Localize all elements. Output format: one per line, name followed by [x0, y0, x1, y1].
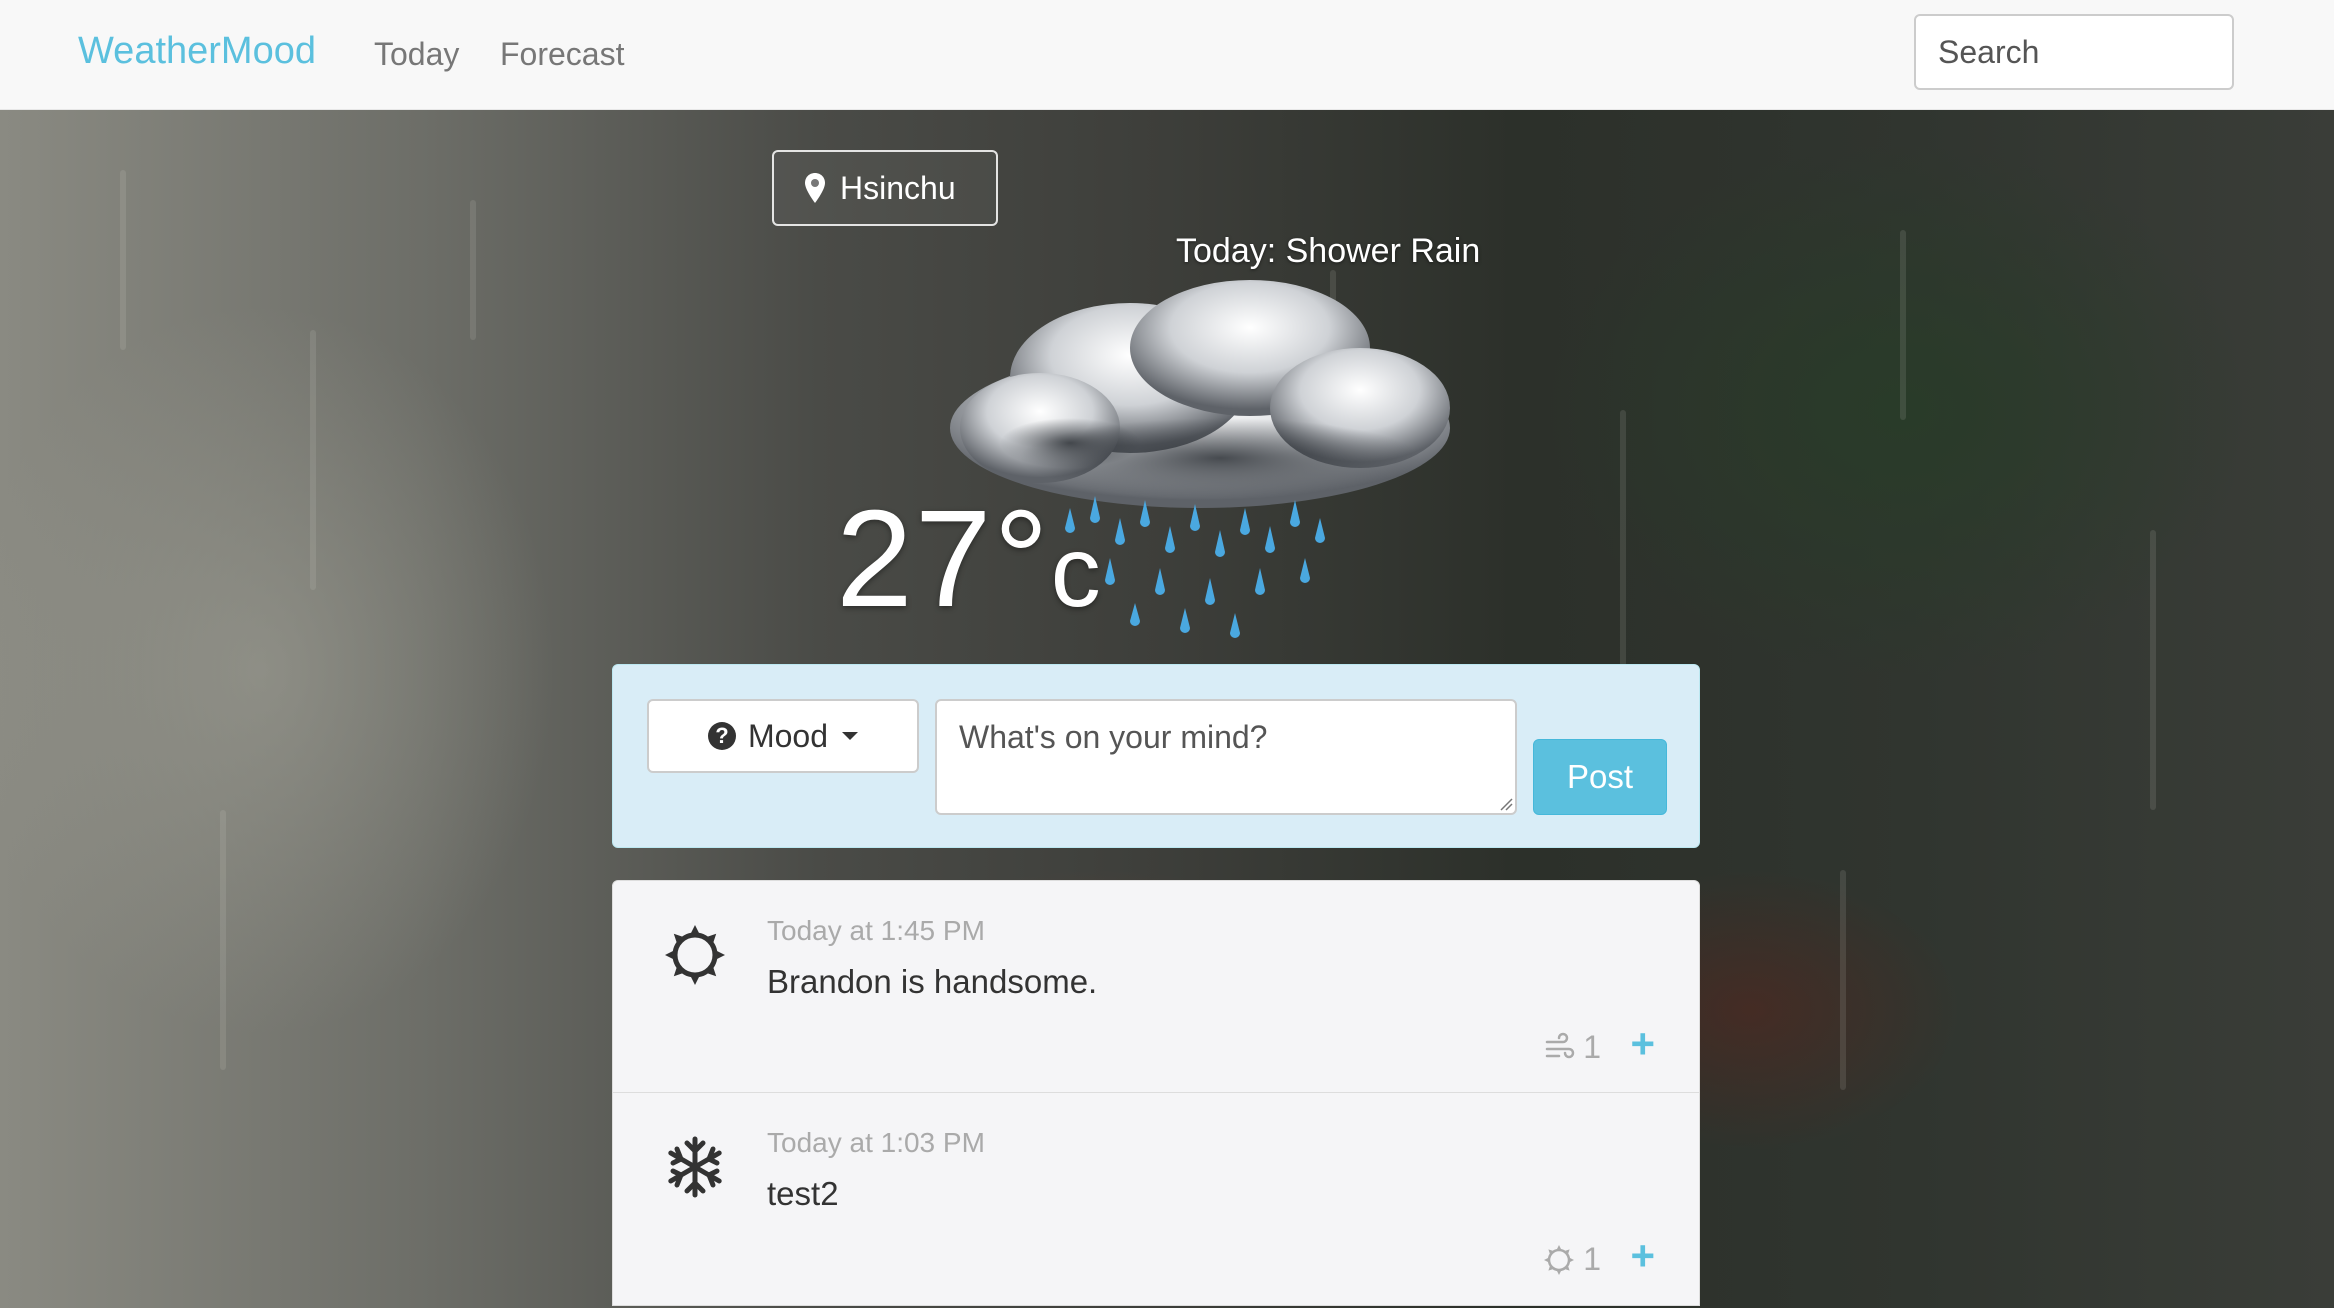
add-reaction-button[interactable]: + [1630, 1023, 1655, 1065]
feed-item: Today at 1:03 PM test2 1 + [612, 1093, 1700, 1306]
add-reaction-button[interactable]: + [1630, 1235, 1655, 1277]
reaction-count[interactable]: 1 [1543, 1029, 1601, 1066]
question-circle-icon: ? [707, 722, 736, 750]
status-textarea[interactable] [935, 699, 1517, 815]
reaction-count-value: 1 [1583, 1241, 1601, 1277]
post-text: test2 [767, 1175, 839, 1212]
nav-link-forecast[interactable]: Forecast [500, 36, 624, 73]
search-input[interactable] [1914, 14, 2234, 90]
post-text: Brandon is handsome. [767, 963, 1098, 1000]
caret-down-icon [842, 732, 859, 740]
post-timestamp: Today at 1:45 PM [767, 915, 985, 946]
sun-icon [665, 925, 725, 985]
reaction-count-value: 1 [1583, 1029, 1601, 1065]
post-button[interactable]: Post [1533, 739, 1667, 815]
location-label: Hsinchu [840, 169, 956, 206]
reaction-count[interactable]: 1 [1543, 1241, 1601, 1278]
map-pin-icon [805, 173, 825, 203]
resize-grip-icon[interactable] [1499, 797, 1513, 811]
top-navbar: WeatherMood Today Forecast [0, 0, 2334, 110]
wind-icon [1545, 1032, 1575, 1058]
mood-dropdown-button[interactable]: ? Mood [647, 699, 919, 773]
brand-logo[interactable]: WeatherMood [78, 30, 316, 73]
snowflake-icon [668, 1136, 722, 1198]
temperature-value: 27° [836, 482, 1051, 636]
mood-feed: Today at 1:45 PM Brandon is handsome. 1 … [612, 880, 1700, 1306]
today-weather-label: Today: Shower Rain [1176, 232, 1481, 270]
location-button[interactable]: Hsinchu [772, 150, 998, 226]
temperature-display: 27°c [836, 480, 1103, 639]
sun-icon [1544, 1244, 1575, 1275]
mood-label: Mood [747, 717, 829, 754]
post-timestamp: Today at 1:03 PM [767, 1127, 985, 1158]
post-composer: ? Mood Post [612, 664, 1700, 848]
nav-link-today[interactable]: Today [374, 36, 459, 73]
temperature-unit: c [1050, 516, 1103, 628]
feed-item: Today at 1:45 PM Brandon is handsome. 1 … [612, 880, 1700, 1093]
